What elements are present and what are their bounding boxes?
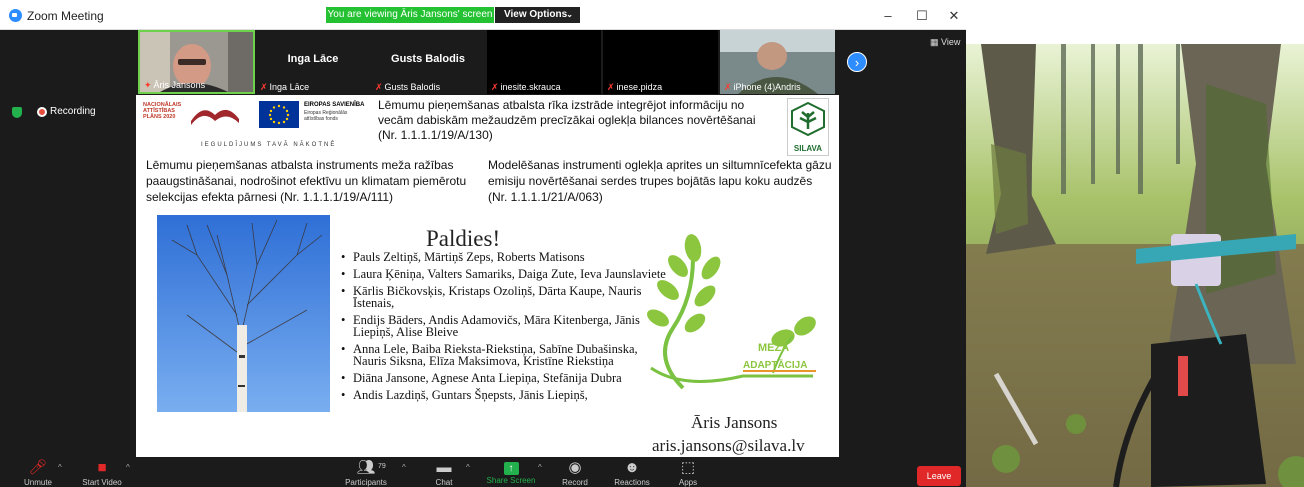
close-icon[interactable]: ✕ (946, 8, 962, 24)
participants-count: 79 (378, 463, 386, 470)
author-email: aris.jansons@silava.lv (652, 436, 805, 455)
pin-icon: ✦ (144, 80, 152, 90)
shared-screen-slide: NACIONĀLAIS ATTĪSTĪBAS PLĀNS 2020 EIROPA… (136, 95, 839, 457)
participants-button[interactable]: 👥︎ Participants (336, 459, 396, 487)
birch-tree-photo (157, 215, 330, 412)
apps-button[interactable]: ⬚ Apps (658, 459, 718, 487)
participants-icon: 👥︎ (356, 459, 376, 476)
viewing-screen-banner: You are viewing Āris Jansons' screen (326, 7, 494, 23)
chevron-down-icon: ⌄ (566, 10, 573, 19)
tagline: IEGULDĪJUMS TAVĀ NĀKOTNĒ (201, 142, 337, 148)
tile-label: ✗ iPhone (4)Andris (724, 82, 801, 92)
eu-subtitle: Eiropas Reģionālās attīstības fonds (304, 110, 348, 122)
video-tile-inga[interactable]: Inga Lāce ✗ Inga Lāce (256, 30, 370, 94)
next-page-button[interactable]: › (847, 52, 867, 72)
mic-muted-icon: ✗ (260, 82, 268, 92)
window-title: Zoom Meeting (27, 9, 104, 23)
nap-logo-icon (191, 109, 239, 125)
share-screen-button[interactable]: ↑ Share Screen (481, 459, 541, 485)
security-shield-icon[interactable] (12, 107, 22, 118)
zoom-logo-icon (9, 9, 22, 22)
view-button[interactable]: ▦ View (930, 37, 960, 48)
chat-icon: ▬ (436, 459, 452, 476)
zoom-window: Zoom Meeting You are viewing Āris Janson… (0, 0, 966, 487)
view-options-button[interactable]: View Options ⌄ (495, 7, 580, 23)
list-item: Diāna Jansone, Agnese Anta Liepiņa, Stef… (341, 372, 671, 385)
record-button[interactable]: ◉ Record (545, 459, 605, 487)
tile-big-name: Gusts Balodis (391, 53, 465, 65)
apps-icon: ⬚ (680, 459, 696, 476)
tile-big-name: Inga Lāce (287, 53, 339, 65)
mic-muted-icon: ✗ (375, 82, 383, 92)
mic-muted-icon: ✗ (607, 82, 615, 92)
forest-photo (966, 44, 1304, 487)
recording-icon (37, 107, 47, 117)
view-options-label: View Options (504, 9, 568, 20)
tile-label: ✗ inese.pidza (607, 82, 663, 92)
meeting-toolbar: 🎤︎ Unmute ^ ■ Start Video ^ 👥︎ Participa… (0, 457, 966, 487)
video-tile-inesite[interactable]: ✗ inesite.skrauca (487, 30, 601, 94)
list-item: Kārlis Bičkovsķis, Kristaps Ozoliņš, Dār… (341, 285, 671, 310)
meza-adaptacija-logo: MEŽA ADAPTĀCIJA (647, 234, 816, 390)
mic-muted-icon: ✗ (724, 82, 732, 92)
maximize-icon[interactable]: ☐ (914, 8, 930, 24)
list-item: Anna Lele, Baiba Rieksta-Riekstiņa, Sabī… (341, 343, 671, 368)
silava-tree-icon (791, 101, 825, 137)
share-screen-icon: ↑ (503, 462, 519, 475)
mic-muted-icon: ✗ (491, 82, 499, 92)
thanks-title: Paldies! (426, 226, 501, 251)
record-icon: ◉ (568, 459, 582, 476)
chat-button[interactable]: ▬ Chat (414, 459, 474, 487)
reactions-button[interactable]: ☻ Reactions (602, 459, 662, 487)
caret-up-icon[interactable]: ^ (402, 463, 406, 472)
tile-label: ✗ Inga Lāce (260, 82, 310, 92)
video-tile-gusts[interactable]: Gusts Balodis ✗ Gusts Balodis (371, 30, 485, 94)
slide-heading: Lēmumu pieņemšanas atbalsta rīka izstrād… (378, 98, 756, 142)
video-tile-inese[interactable]: ✗ inese.pidza (603, 30, 718, 94)
leave-button[interactable]: Leave (917, 466, 961, 486)
caret-up-icon[interactable]: ^ (126, 463, 130, 472)
silava-name: SILAVA (793, 144, 823, 153)
tile-label: ✦ Āris Jansons (144, 80, 206, 90)
tile-label: ✗ Gusts Balodis (375, 82, 441, 92)
title-bar: Zoom Meeting You are viewing Āris Janson… (0, 0, 966, 30)
silava-logo: SILAVA (787, 98, 829, 156)
reactions-icon: ☻ (624, 459, 640, 476)
recording-label: Recording (50, 106, 96, 117)
project-right-text: Modelēšanas instrumenti oglekļa aprites … (488, 158, 832, 204)
list-item: Andis Lazdiņš, Guntars Šņepsts, Jānis Li… (341, 389, 671, 402)
minimize-icon[interactable]: – (880, 8, 896, 23)
eu-title: EIROPAS SAVIENĪBA (304, 102, 365, 108)
funding-logos: NACIONĀLAIS ATTĪSTĪBAS PLĀNS 2020 EIROPA… (139, 97, 375, 155)
nap-logo-text: NACIONĀLAIS ATTĪSTĪBAS PLĀNS 2020 (143, 102, 182, 120)
caret-up-icon[interactable]: ^ (466, 463, 470, 472)
caret-up-icon[interactable]: ^ (538, 463, 542, 472)
author-name: Āris Jansons (691, 413, 778, 432)
list-item: Endijs Bāders, Andis Adamovičs, Māra Kit… (341, 314, 671, 339)
meza-line1: MEŽA (758, 341, 789, 354)
eu-flag-icon (259, 101, 299, 128)
list-item: Laura Ķēniņa, Valters Samariks, Daiga Zu… (341, 268, 671, 281)
meza-line2: ADAPTĀCIJA (743, 359, 807, 371)
caret-up-icon[interactable]: ^ (58, 463, 62, 472)
thanks-list: Pauls Zeltiņš, Mārtiņš Zeps, Roberts Mat… (341, 251, 671, 406)
video-off-icon: ■ (97, 459, 107, 476)
list-item: Pauls Zeltiņš, Mārtiņš Zeps, Roberts Mat… (341, 251, 671, 264)
start-video-button[interactable]: ■ Start Video (72, 459, 132, 487)
video-tile-aris[interactable]: ✦ Āris Jansons (138, 30, 255, 94)
video-tile-iphone[interactable]: ✗ iPhone (4)Andris (720, 30, 835, 94)
project-left-text: Lēmumu pieņemšanas atbalsta instruments … (146, 158, 467, 204)
tile-label: ✗ inesite.skrauca (491, 82, 561, 92)
